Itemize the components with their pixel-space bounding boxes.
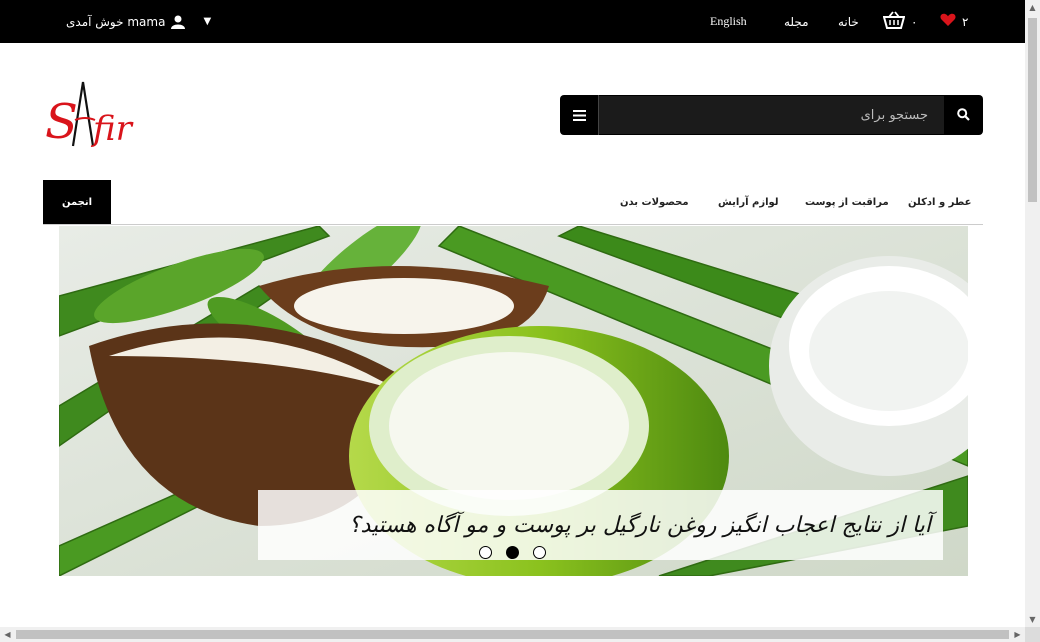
search-bar <box>560 95 983 135</box>
language-link[interactable]: English <box>710 0 747 43</box>
slide-caption[interactable]: آیا از نتایج اعجاب انگیز روغن نارگیل بر … <box>258 490 943 560</box>
vertical-scrollbar[interactable]: ▲ ▼ <box>1025 0 1040 627</box>
svg-text:fir: fir <box>90 109 134 148</box>
vertical-scroll-thumb[interactable] <box>1028 18 1037 202</box>
scroll-right-arrow-icon[interactable]: ▶ <box>1010 627 1025 642</box>
nav-item-makeup[interactable]: لوازم آرایش <box>718 180 779 224</box>
slide-indicators <box>479 546 546 559</box>
heart-icon <box>940 13 956 30</box>
scroll-left-arrow-icon[interactable]: ◀ <box>0 627 15 642</box>
search-icon <box>956 106 970 125</box>
slide-dot-2[interactable] <box>506 546 519 559</box>
slide-caption-text: آیا از نتایج اعجاب انگیز روغن نارگیل بر … <box>348 512 931 538</box>
top-bar: خوش آمدی mama ▼ English مجله خانه ۰ ۲ <box>0 0 1025 43</box>
site-logo[interactable]: S fir <box>45 76 145 150</box>
scrollbar-corner <box>1025 627 1040 642</box>
user-menu[interactable]: خوش آمدی mama ▼ <box>66 0 211 43</box>
scroll-down-arrow-icon[interactable]: ▼ <box>1025 612 1040 627</box>
slide-dot-1[interactable] <box>479 546 492 559</box>
basket-icon <box>882 11 906 32</box>
nav-item-perfume[interactable]: عطر و ادکلن <box>908 180 971 224</box>
nav-item-forum[interactable]: انجمن <box>43 180 111 224</box>
scroll-up-arrow-icon[interactable]: ▲ <box>1025 0 1040 15</box>
magazine-link[interactable]: مجله <box>784 0 809 43</box>
hero-slider[interactable]: آیا از نتایج اعجاب انگیز روغن نارگیل بر … <box>59 226 968 576</box>
cart-count: ۰ <box>911 14 918 29</box>
cart-button[interactable]: ۰ <box>882 0 918 43</box>
wishlist-button[interactable]: ۲ <box>940 0 968 43</box>
horizontal-scroll-thumb[interactable] <box>16 630 1009 639</box>
caret-down-icon: ▼ <box>203 16 212 27</box>
categories-menu-button[interactable] <box>560 95 599 135</box>
main-nav: انجمن محصولات بدن لوازم آرایش مراقبت از … <box>43 180 983 225</box>
home-link[interactable]: خانه <box>838 0 859 43</box>
nav-item-body-products[interactable]: محصولات بدن <box>620 180 689 224</box>
wishlist-count: ۲ <box>962 14 969 29</box>
search-input[interactable] <box>599 96 944 134</box>
welcome-text: خوش آمدی mama <box>66 14 166 29</box>
search-button[interactable] <box>943 95 983 135</box>
horizontal-scrollbar[interactable]: ◀ ▶ <box>0 627 1025 642</box>
slide-dot-3[interactable] <box>533 546 546 559</box>
nav-item-skin-care[interactable]: مراقبت از پوست <box>805 180 889 224</box>
user-icon <box>171 15 186 29</box>
hamburger-icon <box>572 106 586 125</box>
